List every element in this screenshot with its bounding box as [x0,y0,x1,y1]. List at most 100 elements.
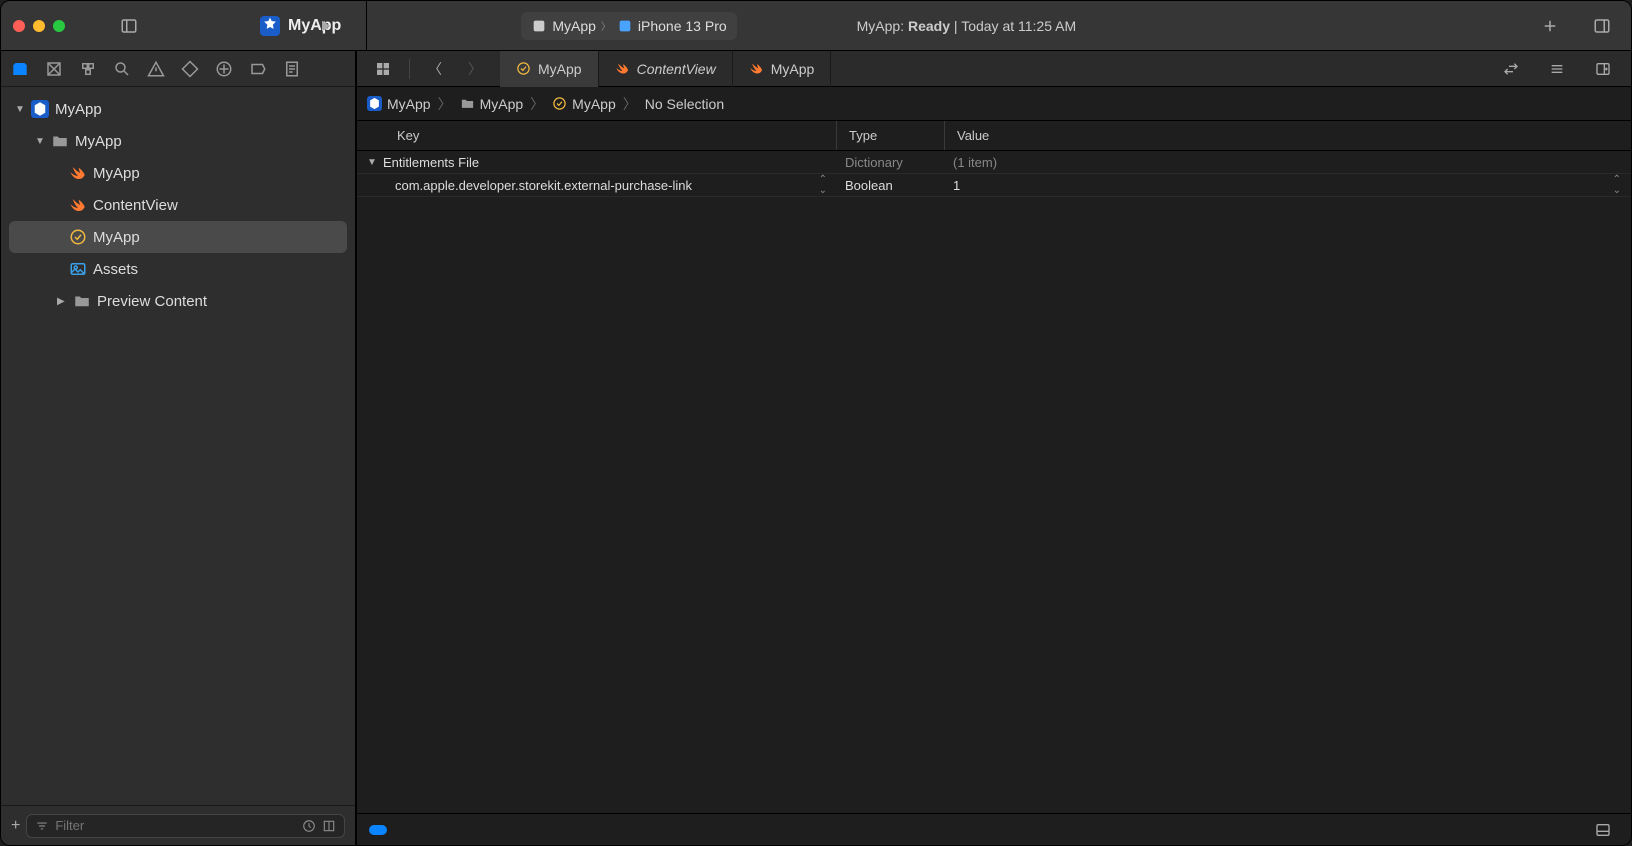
plist-value[interactable]: 1 ⌃⌄ [945,174,1631,196]
entitlements-file-icon [516,61,531,76]
editor-tab[interactable]: ContentView [599,51,733,87]
breakpoint-toggle[interactable] [369,825,387,835]
editor-area: 〈 〉 MyApp ContentView MyApp [357,51,1631,845]
scheme-icon [531,18,547,34]
column-header-key[interactable]: Key [357,121,837,150]
separator [366,0,367,50]
tree-label: MyApp [55,101,102,118]
swift-file-icon [749,61,764,76]
filter-icon [35,819,49,833]
disclosure-triangle-icon[interactable]: ▼ [367,157,377,168]
breakpoint-navigator-tab[interactable] [249,60,267,78]
scheme-label: MyApp [552,18,596,34]
tab-label: ContentView [637,61,716,77]
library-button[interactable] [1593,17,1611,35]
debug-navigator-tab[interactable] [215,60,233,78]
tree-label: MyApp [93,229,140,246]
swift-file-icon [69,164,87,182]
breadcrumb-segment[interactable]: MyApp 〉 [367,94,454,114]
source-control-navigator-tab[interactable] [45,60,63,78]
value-stepper-icon[interactable]: ⌃⌄ [1613,174,1621,196]
report-navigator-tab[interactable] [283,60,301,78]
add-button[interactable] [1541,17,1559,35]
folder-icon [460,96,475,111]
tree-item[interactable]: MyApp [1,157,355,189]
breadcrumb-segment[interactable]: MyApp 〉 [552,94,639,114]
activity-status: MyApp: Ready | Today at 11:25 AM [857,18,1076,34]
key-stepper-icon[interactable]: ⌃⌄ [819,174,827,196]
test-navigator-tab[interactable] [181,60,199,78]
destination-label: iPhone 13 Pro [638,18,727,34]
folder-icon [73,292,91,310]
filter-field[interactable] [26,814,345,838]
zoom-window-button[interactable] [53,20,65,32]
project-tree: ▼ MyApp ▼ MyApp MyApp ContentView [1,87,355,805]
plist-value[interactable]: (1 item) [945,155,1631,170]
filter-input[interactable] [55,818,296,833]
device-icon [617,18,633,34]
plist-header-row: Key Type Value [357,121,1631,151]
compare-icon[interactable] [1503,61,1519,77]
disclosure-triangle-icon[interactable]: ▶ [57,296,67,307]
entitlements-file-icon [69,228,87,246]
back-button[interactable]: 〈 [428,62,442,76]
tab-bar: 〈 〉 MyApp ContentView MyApp [357,51,1631,87]
forward-button[interactable]: 〉 [468,62,482,76]
scm-filter-icon[interactable] [322,819,336,833]
editor-tab[interactable]: MyApp [500,51,599,87]
tree-label: Assets [93,261,138,278]
tree-label: MyApp [93,165,140,182]
run-button[interactable] [316,17,334,35]
tree-group[interactable]: ▼ MyApp [1,125,355,157]
disclosure-triangle-icon[interactable]: ▼ [35,136,45,147]
minimize-window-button[interactable] [33,20,45,32]
sidebar-toggle-icon[interactable] [120,17,138,35]
related-items-icon[interactable] [375,61,391,77]
plist-type[interactable]: Boolean [837,178,945,193]
tree-label: MyApp [75,133,122,150]
adjust-editor-icon[interactable] [1549,61,1565,77]
breadcrumb-tail[interactable]: No Selection [645,96,724,112]
breadcrumb-segment[interactable]: MyApp 〉 [460,94,547,114]
tree-item[interactable]: ▶ Preview Content [1,285,355,317]
chevron-right-icon: 〉 [601,18,611,33]
tree-label: Preview Content [97,293,207,310]
tree-item[interactable]: ContentView [1,189,355,221]
find-navigator-tab[interactable] [113,60,131,78]
project-icon [31,100,49,118]
tree-project-root[interactable]: ▼ MyApp [1,93,355,125]
debug-area-toggle-icon[interactable] [1595,822,1611,838]
project-icon [367,96,382,111]
column-header-type[interactable]: Type [837,121,945,150]
tree-item-selected[interactable]: MyApp [9,221,347,253]
jump-bar[interactable]: MyApp 〉 MyApp 〉 MyApp 〉 No Selection [357,87,1631,121]
debug-bar [357,813,1631,845]
assets-icon [69,260,87,278]
window-controls [13,20,65,32]
add-editor-icon[interactable] [1595,61,1611,77]
issue-navigator-tab[interactable] [147,60,165,78]
disclosure-triangle-icon[interactable]: ▼ [15,104,25,115]
plist-body: ▼ Entitlements File Dictionary (1 item) … [357,151,1631,813]
column-header-value[interactable]: Value [945,121,1631,150]
add-button[interactable]: + [11,817,20,835]
scheme-destination-selector[interactable]: MyApp 〉 iPhone 13 Pro [521,12,736,40]
swift-file-icon [69,196,87,214]
tree-label: ContentView [93,197,178,214]
tree-item[interactable]: Assets [1,253,355,285]
close-window-button[interactable] [13,20,25,32]
project-navigator-tab[interactable] [11,60,29,78]
navigator-tabs [1,51,355,87]
editor-tab[interactable]: MyApp [733,51,832,87]
symbol-navigator-tab[interactable] [79,60,97,78]
titlebar: MyApp MyApp 〉 iPhone 13 Pro MyApp: Ready… [1,1,1631,51]
entitlements-file-icon [552,96,567,111]
recent-icon[interactable] [302,819,316,833]
tab-label: MyApp [771,61,815,77]
plist-type[interactable]: Dictionary [837,155,945,170]
plist-key: com.apple.developer.storekit.external-pu… [395,178,692,193]
plist-row[interactable]: com.apple.developer.storekit.external-pu… [357,174,1631,197]
navigator-filter-bar: + [1,805,355,845]
plist-row[interactable]: ▼ Entitlements File Dictionary (1 item) [357,151,1631,174]
tab-label: MyApp [538,61,582,77]
